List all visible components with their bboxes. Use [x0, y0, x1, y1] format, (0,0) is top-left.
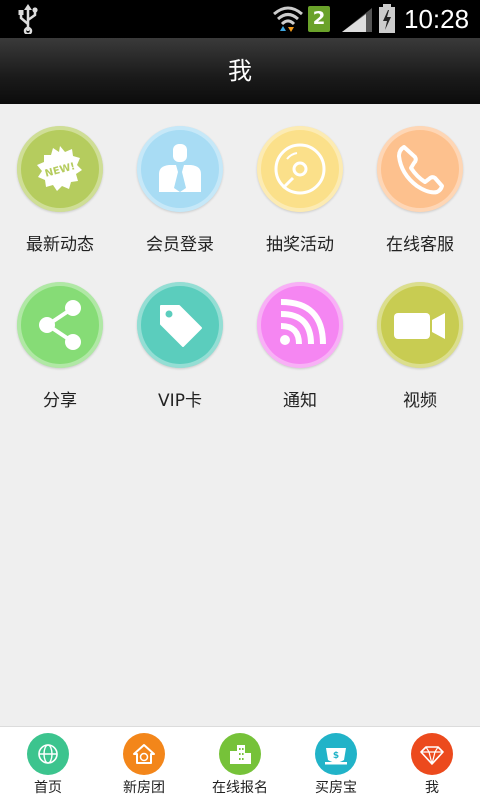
- house-icon: [123, 733, 165, 775]
- usb-icon: [18, 4, 38, 34]
- battery-icon: [379, 4, 395, 33]
- share-icon: [17, 282, 103, 368]
- nav-item-home[interactable]: 首页: [0, 727, 96, 801]
- grid-item-label: 最新动态: [26, 235, 94, 255]
- grid-item-label: 视频: [403, 391, 437, 411]
- disc-icon: [257, 126, 343, 212]
- rss-icon: [257, 282, 343, 368]
- cup-money-icon: $: [315, 733, 357, 775]
- grid-item-label: 通知: [283, 391, 317, 411]
- nav-item-me[interactable]: 我: [384, 727, 480, 801]
- nav-item-home-purchase[interactable]: $ 买房宝: [288, 727, 384, 801]
- member-icon: [137, 126, 223, 212]
- nav-label: 在线报名: [212, 780, 268, 796]
- nav-item-new-homes[interactable]: 新房团: [96, 727, 192, 801]
- grid-item-latest-news[interactable]: NEW! 最新动态: [0, 104, 120, 255]
- new-badge-icon: NEW!: [17, 126, 103, 212]
- globe-icon: [27, 733, 69, 775]
- nav-label: 买房宝: [315, 780, 357, 796]
- grid-item-vip-card[interactable]: VIP卡: [120, 260, 240, 411]
- diamond-icon: [411, 733, 453, 775]
- grid-item-label: 会员登录: [146, 235, 214, 255]
- svg-text:$: $: [333, 751, 339, 761]
- bottom-nav: 首页 新房团 在线报名 $ 买房宝 我: [0, 726, 480, 801]
- grid-item-label: 在线客服: [386, 235, 454, 255]
- grid-item-member-login[interactable]: 会员登录: [120, 104, 240, 255]
- grid-item-label: 分享: [43, 391, 77, 411]
- grid-item-lottery[interactable]: 抽奖活动: [240, 104, 360, 255]
- grid-item-video[interactable]: 视频: [360, 260, 480, 411]
- status-clock: 10:28: [404, 4, 470, 34]
- nav-item-online-signup[interactable]: 在线报名: [192, 727, 288, 801]
- sim-indicator: 2: [308, 6, 330, 32]
- status-bar: 2 10:28: [0, 0, 480, 38]
- video-icon: [377, 282, 463, 368]
- grid-item-notice[interactable]: 通知: [240, 260, 360, 411]
- nav-label: 首页: [34, 780, 62, 796]
- page-title: 我: [228, 57, 252, 85]
- tag-icon: [137, 282, 223, 368]
- grid-item-customer-service[interactable]: 在线客服: [360, 104, 480, 255]
- nav-label: 我: [425, 780, 439, 796]
- title-bar: 我: [0, 38, 480, 104]
- buildings-icon: [219, 733, 261, 775]
- phone-icon: [377, 126, 463, 212]
- nav-label: 新房团: [123, 780, 165, 796]
- grid-item-label: 抽奖活动: [266, 235, 334, 255]
- signal-icon: [342, 8, 372, 32]
- wifi-icon: [273, 6, 303, 32]
- grid-item-share[interactable]: 分享: [0, 260, 120, 411]
- grid-item-label: VIP卡: [158, 391, 202, 411]
